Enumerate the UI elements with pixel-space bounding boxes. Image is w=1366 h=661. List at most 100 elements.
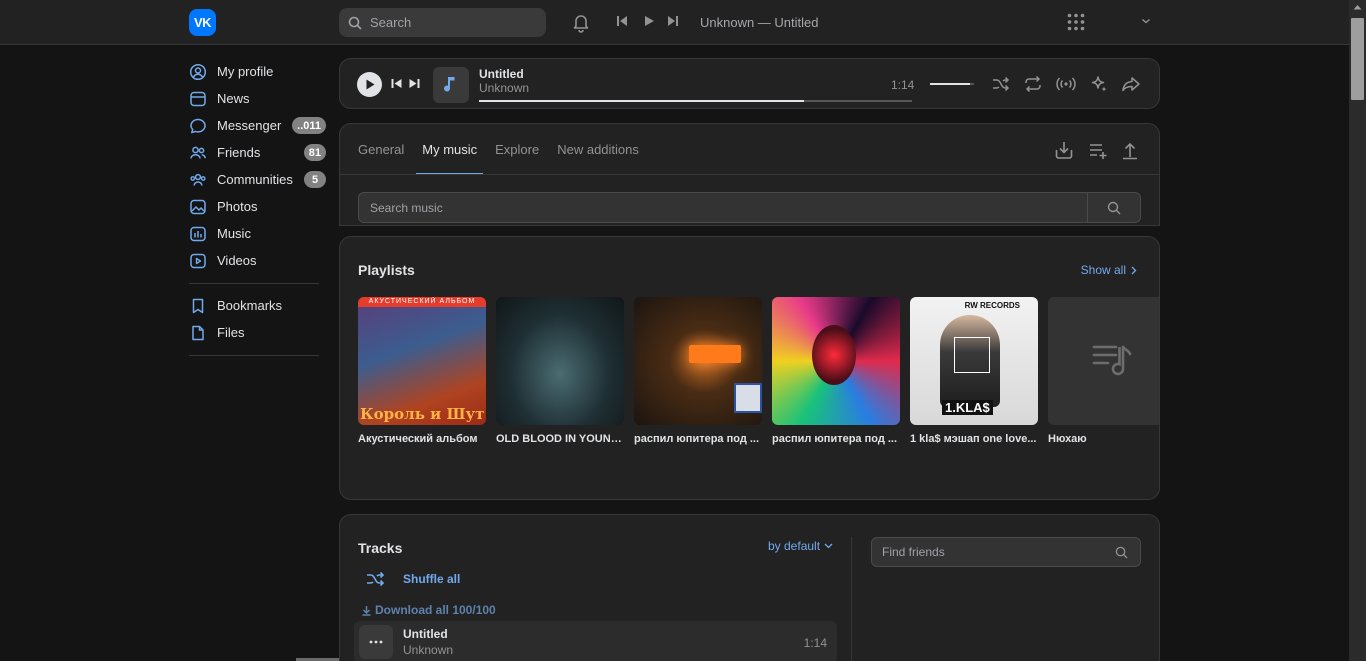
playlist-name[interactable]: распил юпитера под ... [772,433,900,445]
current-track-title[interactable]: Untitled [479,67,524,81]
top-header: VK Search Unknown — Untitled [0,0,1349,45]
chevron-down-icon [824,543,833,549]
tab-explore[interactable]: Explore [495,124,539,175]
top-search-input[interactable]: Search [339,8,546,37]
sidebar-label: Messenger [217,118,282,133]
sidebar-item-communities[interactable]: Communities 5 [189,166,329,193]
track-title[interactable]: Untitled [403,627,448,641]
music-search-button[interactable] [1087,193,1140,222]
friends-icon [189,144,207,162]
playlist-card[interactable]: распил юпитера под ... [634,297,762,445]
volume-slider[interactable] [930,83,974,85]
notifications-bell-icon[interactable] [570,11,592,33]
sidebar-label: Photos [217,199,258,214]
share-icon[interactable] [1121,75,1141,93]
news-icon [189,90,207,108]
repeat-icon[interactable] [1023,75,1043,93]
page-scrollbar-thumb[interactable] [1351,18,1364,100]
header-prev-icon[interactable] [616,15,628,27]
previous-track-icon[interactable] [391,78,402,89]
playlists-section: Playlists Show all АКУСТИЧЕСКИЙ АЛЬБОМ К… [339,236,1160,500]
sidebar-item-music[interactable]: Music [189,220,329,247]
sidebar-item-bookmarks[interactable]: Bookmarks [189,292,329,319]
sidebar-item-news[interactable]: News [189,85,329,112]
playlist-cover[interactable]: RW RECORDS 1.KLA$ [910,297,1038,425]
apps-grid-icon[interactable] [1067,13,1085,31]
upload-icon[interactable] [1119,139,1141,161]
playback-progress-bar[interactable] [479,100,912,102]
track-duration: 1:14 [803,636,827,650]
sidebar-item-files[interactable]: Files [189,319,329,346]
cover-title-text: 1.KLA$ [942,400,993,415]
shuffle-icon[interactable] [991,75,1011,93]
sidebar-item-friends[interactable]: Friends 81 [189,139,329,166]
download-all-label: Download all 100/100 [375,603,496,617]
playlist-cover[interactable] [1048,297,1159,425]
sidebar-label: Files [217,325,245,340]
profile-menu-chevron-down-icon[interactable] [1141,17,1151,25]
current-track-artist[interactable]: Unknown [479,81,529,95]
top-search-placeholder: Search [370,15,412,30]
chevron-right-icon [1131,266,1137,274]
playlist-cover[interactable] [772,297,900,425]
sort-dropdown[interactable]: by default [768,539,833,553]
sidebar-item-messenger[interactable]: Messenger ..011 [189,112,329,139]
sidebar-label: My profile [217,64,274,79]
play-button[interactable] [357,72,382,97]
tab-general[interactable]: General [358,124,404,175]
playlist-cover[interactable] [496,297,624,425]
playlist-card[interactable]: АКУСТИЧЕСКИЙ АЛЬБОМ Король и Шут Акустич… [358,297,486,445]
search-icon[interactable] [1115,546,1128,559]
cover-label-logo: RW RECORDS [964,301,1020,310]
cover-glitch-face [812,325,856,385]
track-artist[interactable]: Unknown [403,643,453,657]
messenger-count-badge: ..011 [292,117,326,134]
playlist-name[interactable]: Нюхаю [1048,433,1159,445]
playlist-name[interactable]: 1 kla$ мэшап one love... [910,433,1038,445]
scroll-up-arrow-icon[interactable] [1353,4,1362,10]
playlist-card[interactable]: распил юпитера под ... [772,297,900,445]
shuffle-all-button[interactable]: Shuffle all [366,571,460,587]
playlist-name[interactable]: распил юпитера под ... [634,433,762,445]
sidebar-label: Bookmarks [217,298,283,313]
sidebar-item-photos[interactable]: Photos [189,193,329,220]
header-play-icon[interactable] [643,15,655,27]
broadcast-icon[interactable] [1055,75,1077,93]
videos-icon [189,252,207,270]
tab-new-additions[interactable]: New additions [557,124,639,175]
track-row[interactable]: Untitled Unknown 1:14 [354,621,837,661]
header-now-playing[interactable]: Unknown — Untitled [700,15,819,30]
playlist-name[interactable]: OLD BLOOD IN YOUNG... [496,433,624,445]
current-track-time: 1:14 [891,78,915,92]
communities-count-badge: 5 [304,171,326,188]
sidebar-item-videos[interactable]: Videos [189,247,329,274]
music-tabs: General My music Explore New additions [358,124,657,175]
music-search-box [358,192,1141,223]
music-search-input[interactable] [359,193,1087,222]
tab-my-music[interactable]: My music [416,124,484,175]
message-icon [189,117,207,135]
header-next-icon[interactable] [667,15,679,27]
find-friends-input[interactable] [872,545,1115,559]
add-to-playlist-icon[interactable] [1087,139,1109,161]
playlist-card[interactable]: Нюхаю [1048,297,1159,445]
playlist-card[interactable]: RW RECORDS 1.KLA$ 1 kla$ мэшап one love.… [910,297,1038,445]
sidebar-label: News [217,91,250,106]
download-icon[interactable] [1053,139,1075,161]
cover-bus-sign [734,383,762,413]
playlist-name[interactable]: Акустический альбом [358,433,486,445]
next-track-icon[interactable] [409,78,420,89]
vk-logo[interactable]: VK [189,9,216,36]
music-icon [189,225,207,243]
playlist-cover[interactable] [634,297,762,425]
download-all-button[interactable]: Download all 100/100 [361,603,496,617]
playlist-cover[interactable]: АКУСТИЧЕСКИЙ АЛЬБОМ Король и Шут [358,297,486,425]
shuffle-all-label: Shuffle all [403,572,461,586]
left-sidebar: My profile News Messenger ..011 Friends … [189,58,329,364]
playlist-card[interactable]: OLD BLOOD IN YOUNG... [496,297,624,445]
audio-player: Untitled Unknown 1:14 [339,58,1160,109]
track-cover[interactable] [359,625,393,659]
sidebar-item-my-profile[interactable]: My profile [189,58,329,85]
recommendations-sparkle-icon[interactable] [1089,75,1109,93]
show-all-playlists-link[interactable]: Show all [1081,263,1137,277]
